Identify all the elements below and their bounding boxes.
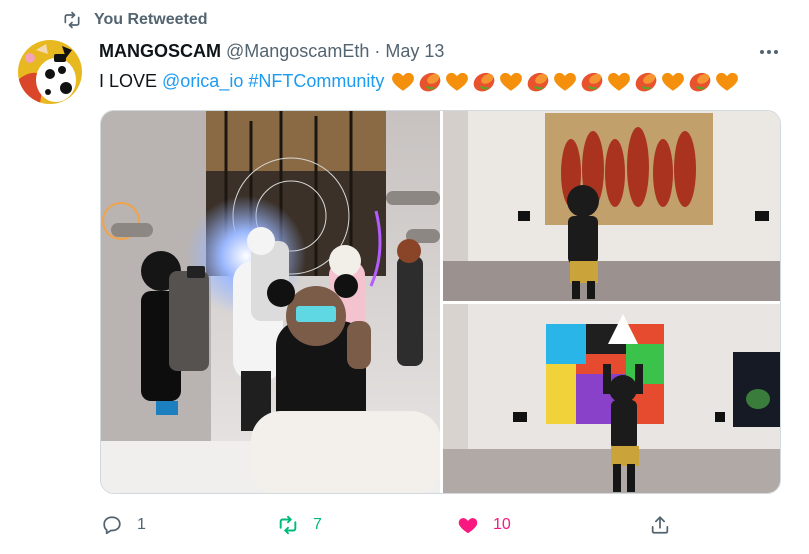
orange-heart-emoji <box>498 68 524 94</box>
media-image-1[interactable] <box>101 111 440 493</box>
orange-heart-emoji <box>660 68 686 94</box>
vr-gallery-crowd-image <box>101 111 440 493</box>
orange-heart-emoji <box>714 68 740 94</box>
mango-emoji <box>471 68 497 94</box>
retweet-button[interactable]: 7 <box>277 512 322 538</box>
tweet-header: MANGOSCAM @MangoscamEth · May 13 <box>99 40 444 62</box>
mango-emoji <box>417 68 443 94</box>
tweet-text: I LOVE @orica_io #NFTCommunity <box>99 68 740 94</box>
media-image-2[interactable] <box>443 111 780 301</box>
media-divider <box>443 301 780 304</box>
tweet-date[interactable]: May 13 <box>385 41 444 62</box>
tweet-actions: 1 7 10 <box>0 512 809 538</box>
display-name[interactable]: MANGOSCAM <box>99 41 221 62</box>
mango-emoji <box>633 68 659 94</box>
media-grid <box>100 110 781 494</box>
like-button[interactable]: 10 <box>457 512 511 538</box>
orange-heart-emoji <box>606 68 632 94</box>
avatar[interactable] <box>18 40 82 104</box>
retweet-icon <box>279 515 297 535</box>
share-icon <box>651 516 669 534</box>
separator: · <box>374 40 381 61</box>
mango-emoji <box>687 68 713 94</box>
emoji-row <box>390 68 740 94</box>
social-context: You Retweeted <box>62 10 208 30</box>
heart-icon <box>458 518 478 534</box>
reply-button[interactable]: 1 <box>101 512 146 538</box>
mango-emoji <box>579 68 605 94</box>
more-options-button[interactable] <box>757 42 781 62</box>
reply-icon <box>103 516 121 535</box>
hashtag-link[interactable]: #NFTCommunity <box>248 71 384 92</box>
mango-emoji <box>525 68 551 94</box>
reply-count: 1 <box>137 516 146 533</box>
media-image-3[interactable] <box>443 304 780 493</box>
social-context-text: You Retweeted <box>94 11 208 28</box>
more-dot <box>760 50 764 54</box>
retweet-count: 7 <box>313 516 322 533</box>
retweet-icon <box>64 11 80 29</box>
share-button[interactable] <box>649 512 671 538</box>
vr-gallery-painting-image <box>443 111 780 301</box>
orange-heart-emoji <box>390 68 416 94</box>
more-dot <box>774 50 778 54</box>
tweet-text-prefix: I LOVE <box>99 70 163 91</box>
user-handle[interactable]: @MangoscamEth <box>226 41 369 62</box>
more-dot <box>767 50 771 54</box>
vr-gallery-popart-image <box>443 304 780 493</box>
like-count: 10 <box>493 516 511 533</box>
mention-link[interactable]: @orica_io <box>162 71 243 92</box>
orange-heart-emoji <box>444 68 470 94</box>
avatar-image <box>18 40 82 104</box>
orange-heart-emoji <box>552 68 578 94</box>
